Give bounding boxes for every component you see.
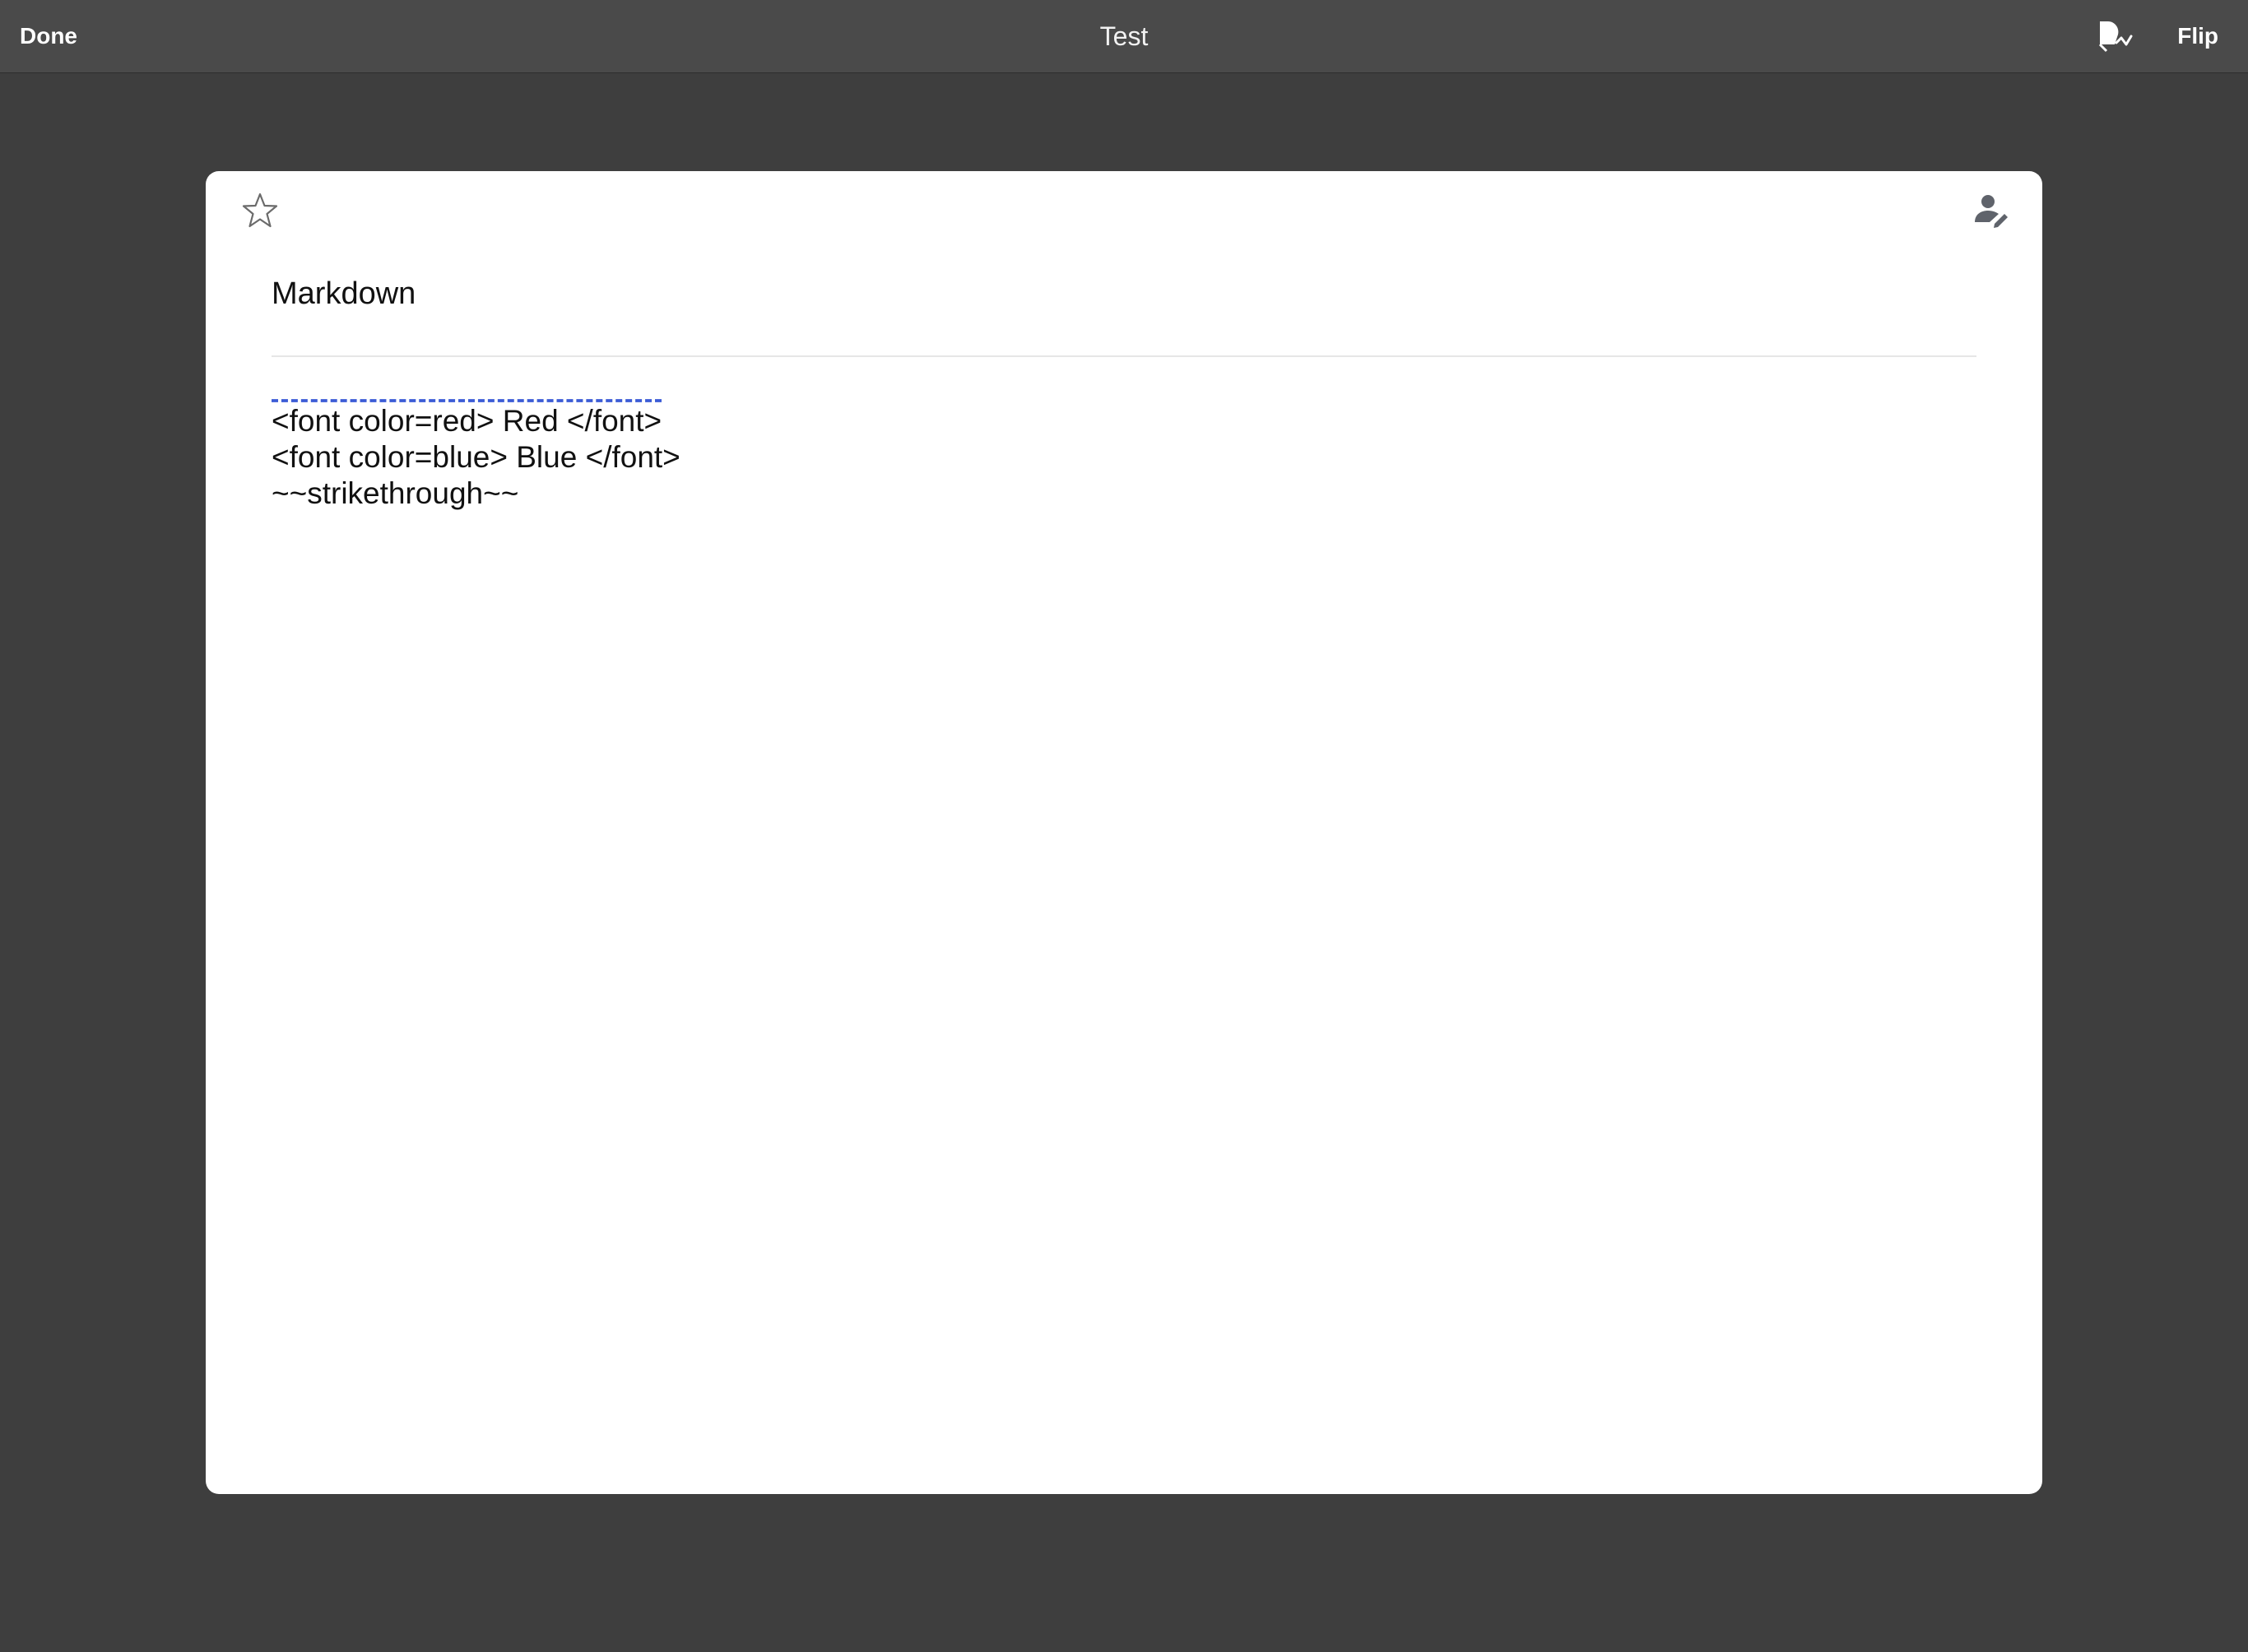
field-name: Markdown <box>272 276 416 311</box>
divider <box>272 355 1976 357</box>
page-title: Test <box>1099 21 1149 51</box>
person-edit-icon[interactable] <box>1972 191 2011 230</box>
flip-button[interactable]: Flip <box>2177 0 2218 72</box>
note-card: Markdown <font color=red> Red </font> <f… <box>206 171 2042 1494</box>
content-line-1[interactable]: <font color=red> Red </font> <box>272 403 1976 439</box>
content-line-2[interactable]: <font color=blue> Blue </font> <box>272 439 1976 476</box>
share-icon[interactable] <box>2097 18 2134 54</box>
top-toolbar: Done Test Flip <box>0 0 2248 72</box>
field-editor[interactable]: <font color=red> Red </font> <font color… <box>272 403 1976 512</box>
star-icon[interactable] <box>240 191 280 230</box>
content-line-3[interactable]: ~~strikethrough~~ <box>272 476 1976 512</box>
